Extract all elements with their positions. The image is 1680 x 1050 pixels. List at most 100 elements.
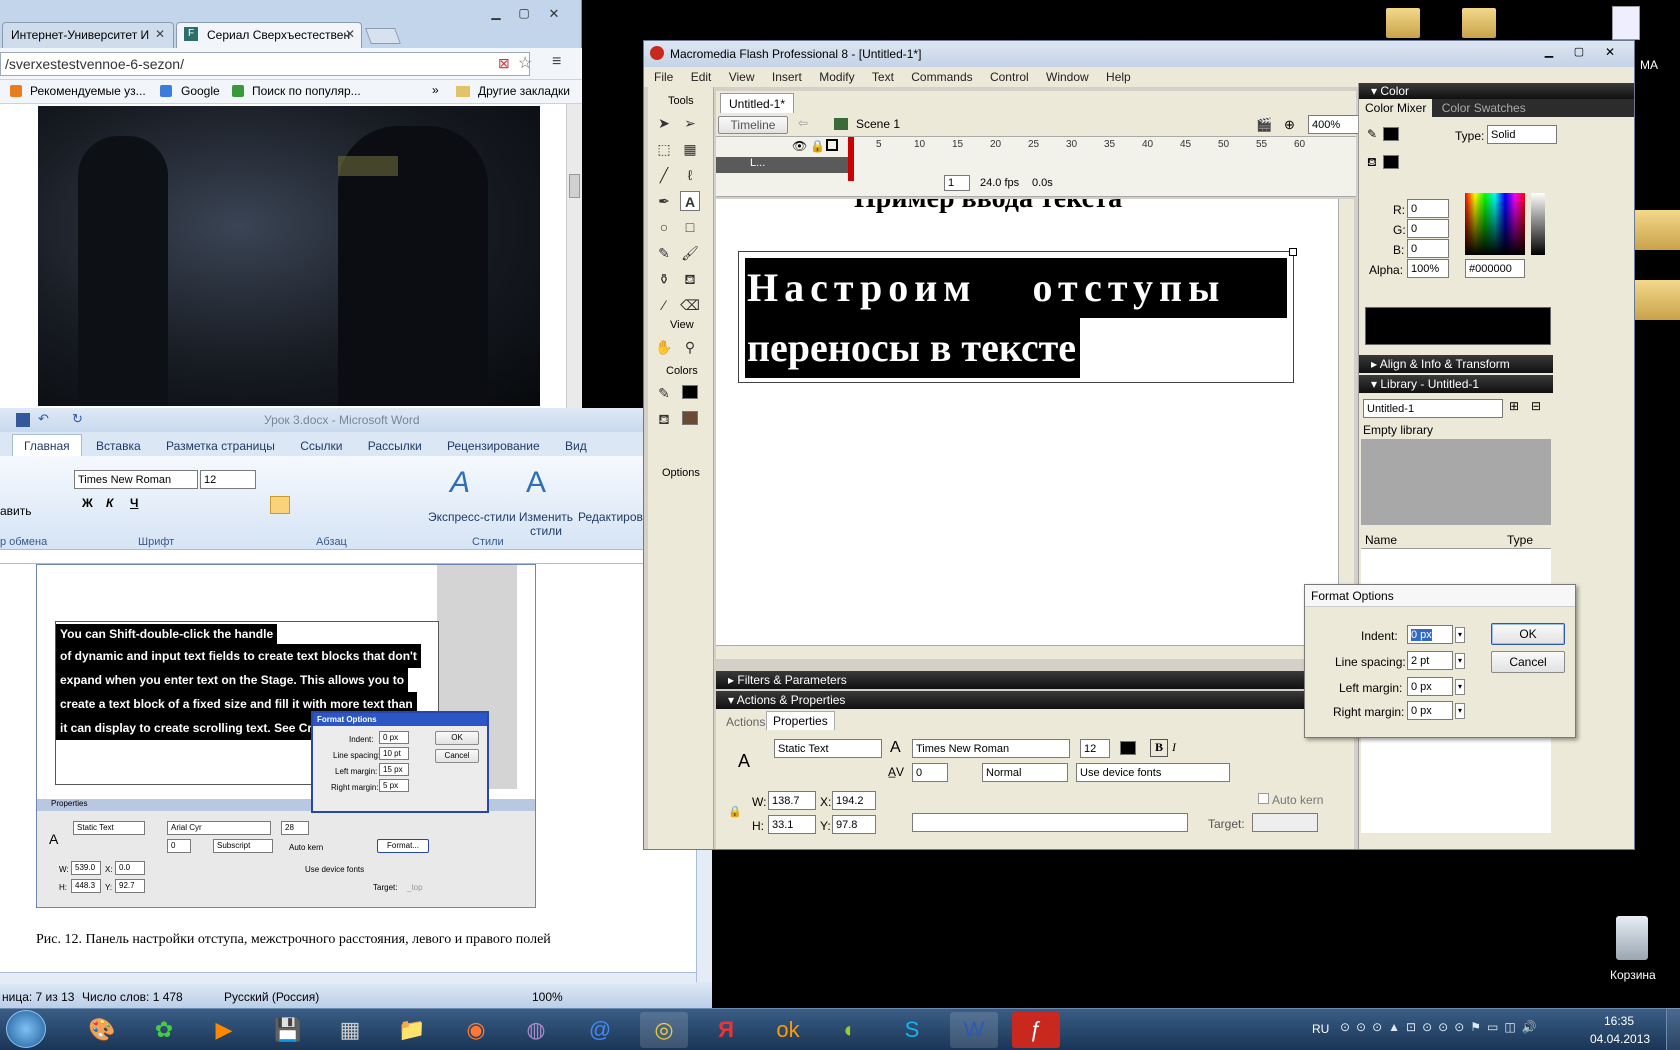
brightness-bar[interactable] bbox=[1531, 193, 1545, 255]
page-scrollbar[interactable] bbox=[566, 104, 582, 410]
tab-review[interactable]: Рецензирование bbox=[436, 435, 551, 457]
tab-view[interactable]: Вид bbox=[554, 435, 598, 457]
fill-transform-icon[interactable]: ▦ bbox=[680, 139, 700, 159]
tab-close-icon[interactable]: ✕ bbox=[345, 27, 355, 41]
embedded-h[interactable]: 448.3 bbox=[71, 879, 101, 893]
pen-tool-icon[interactable]: ✒ bbox=[654, 191, 674, 211]
hand-tool-icon[interactable]: ✋ bbox=[654, 337, 674, 357]
eye-icon[interactable]: 👁 bbox=[792, 139, 807, 153]
render-mode-select[interactable]: Use device fonts bbox=[1076, 763, 1230, 782]
g-field[interactable]: 0 bbox=[1407, 219, 1449, 238]
menu-help[interactable]: Help bbox=[1106, 70, 1131, 84]
menu-control[interactable]: Control bbox=[990, 70, 1029, 84]
text-field[interactable]: Настроим отступы и переносы в тексте bbox=[738, 248, 1297, 383]
right-margin-dropdown[interactable]: ▾ bbox=[1455, 703, 1465, 719]
eraser-icon[interactable]: ⌫ bbox=[680, 295, 700, 315]
paint-bucket-icon[interactable]: ⛾ bbox=[680, 269, 700, 289]
paste-label[interactable]: авить bbox=[0, 504, 32, 518]
edit-symbols-icon[interactable]: ⊕ bbox=[1284, 117, 1295, 133]
bold-button[interactable]: B bbox=[1150, 739, 1168, 757]
odnoklassniki-icon[interactable]: ok bbox=[764, 1012, 812, 1048]
menu-window[interactable]: Window bbox=[1046, 70, 1089, 84]
reload-icon[interactable]: ⊠ bbox=[498, 55, 510, 72]
filters-panel-header[interactable]: ▸ Filters & Parameters bbox=[716, 671, 1354, 689]
start-button[interactable] bbox=[6, 1010, 46, 1048]
hex-field[interactable]: #000000 bbox=[1465, 259, 1525, 278]
clock-time[interactable]: 16:35 bbox=[1604, 1014, 1634, 1028]
embedded-x[interactable]: 0.0 bbox=[115, 861, 145, 875]
tab-mailings[interactable]: Рассылки bbox=[357, 435, 433, 457]
embedded-device-fonts[interactable]: Use device fonts bbox=[305, 865, 364, 874]
mail-icon[interactable]: @ bbox=[576, 1012, 624, 1048]
close-button[interactable]: ✕ bbox=[1596, 45, 1624, 61]
color-spectrum[interactable] bbox=[1465, 193, 1525, 255]
express-styles-icon[interactable]: A bbox=[450, 466, 470, 500]
bookmark-2[interactable]: Google bbox=[181, 84, 220, 98]
icq-icon[interactable]: ✿ bbox=[140, 1012, 188, 1048]
auto-kern-checkbox[interactable] bbox=[1258, 793, 1269, 804]
maximize-button[interactable]: ▢ bbox=[512, 6, 536, 22]
ink-bottle-icon[interactable]: ⚱ bbox=[654, 269, 674, 289]
eyedropper-icon[interactable]: ⁄ bbox=[654, 295, 674, 315]
pencil-tool-icon[interactable]: ✎ bbox=[654, 243, 674, 263]
y-field[interactable]: 97.8 bbox=[832, 815, 876, 834]
outline-icon[interactable] bbox=[826, 139, 838, 151]
embedded-auto-kern[interactable]: Auto kern bbox=[289, 843, 323, 852]
yandex-icon[interactable]: Я bbox=[702, 1012, 750, 1048]
col-type[interactable]: Type bbox=[1507, 533, 1533, 547]
italic-button[interactable]: I bbox=[1172, 740, 1176, 755]
undo-icon[interactable]: ↶ bbox=[38, 411, 49, 427]
layer-row[interactable]: L... bbox=[716, 157, 848, 173]
chrome-tab-1[interactable]: Интернет-Университет И bbox=[2, 22, 174, 48]
subselect-tool-icon[interactable]: ➢ bbox=[680, 113, 700, 133]
minimize-button[interactable]: ▁ bbox=[1536, 45, 1562, 61]
save-app-icon[interactable]: 💾 bbox=[264, 1012, 312, 1048]
fill-color-icon[interactable]: ⛾ bbox=[654, 409, 674, 429]
fill-icon[interactable]: ⛾ bbox=[1367, 155, 1377, 171]
menu-modify[interactable]: Modify bbox=[819, 70, 854, 84]
embedded-subscript[interactable]: Subscript bbox=[213, 839, 273, 853]
scroll-thumb[interactable] bbox=[569, 174, 580, 198]
tab-layout[interactable]: Разметка страницы bbox=[155, 435, 286, 457]
font-size-field[interactable]: 12 bbox=[1080, 739, 1110, 758]
stroke-color-icon[interactable]: ✎ bbox=[654, 383, 674, 403]
menu-file[interactable]: File bbox=[654, 70, 673, 84]
x-field[interactable]: 194.2 bbox=[832, 791, 876, 810]
menu-text[interactable]: Text bbox=[872, 70, 894, 84]
line-tool-icon[interactable]: ╱ bbox=[654, 165, 674, 185]
tab-actions[interactable]: Actions bbox=[722, 713, 769, 731]
b-field[interactable]: 0 bbox=[1407, 239, 1449, 258]
embedded-format-button[interactable]: Format... bbox=[377, 839, 429, 853]
col-name[interactable]: Name bbox=[1365, 533, 1397, 547]
r-field[interactable]: 0 bbox=[1407, 199, 1449, 218]
show-desktop-button[interactable] bbox=[1666, 1008, 1680, 1050]
free-transform-icon[interactable]: ⬚ bbox=[654, 139, 674, 159]
stage-area[interactable]: Пример ввода текста Настроим отступы и п… bbox=[716, 199, 1352, 659]
embedded-right-field[interactable]: 5 px bbox=[379, 779, 409, 792]
explorer-icon[interactable]: 📁 bbox=[388, 1012, 436, 1048]
status-zoom[interactable]: 100% bbox=[532, 990, 563, 1004]
bookmark-3[interactable]: Поиск по популяр... bbox=[252, 84, 361, 98]
fill-swatch[interactable] bbox=[1383, 155, 1399, 169]
bookmark-other[interactable]: Другие закладки bbox=[478, 84, 570, 98]
line-spacing-dropdown[interactable]: ▾ bbox=[1455, 653, 1465, 669]
embedded-text-type[interactable]: Static Text bbox=[73, 821, 145, 835]
tray-icons[interactable]: ⊙⊙⊙▲⊡⊙⊙⊙⚑▭◫🔊 bbox=[1340, 1020, 1564, 1040]
embedded-w[interactable]: 539.0 bbox=[71, 861, 101, 875]
tab-properties[interactable]: Properties bbox=[766, 711, 835, 730]
embedded-spacing[interactable]: 0 bbox=[167, 839, 191, 853]
lock-icon[interactable]: 🔒 bbox=[810, 139, 825, 153]
alpha-field[interactable]: 100% bbox=[1407, 259, 1449, 278]
bookmarks-overflow[interactable]: » bbox=[432, 83, 439, 97]
minimize-button[interactable]: ▁ bbox=[484, 6, 508, 22]
align-left-button[interactable] bbox=[270, 496, 290, 514]
indent-dropdown[interactable]: ▾ bbox=[1455, 627, 1465, 643]
w-field[interactable]: 138.7 bbox=[768, 791, 816, 810]
menu-icon[interactable]: ≡ bbox=[552, 53, 561, 71]
new-library-icon[interactable]: ⊞ bbox=[1509, 399, 1519, 413]
lock-icon[interactable]: 🔒 bbox=[728, 805, 742, 818]
app-icon[interactable]: ◐ bbox=[826, 1012, 874, 1048]
back-arrow-icon[interactable]: ⇦ bbox=[798, 116, 808, 130]
lasso-tool-icon[interactable]: ℓ bbox=[680, 165, 700, 185]
status-page[interactable]: ница: 7 из 13 bbox=[2, 990, 74, 1004]
